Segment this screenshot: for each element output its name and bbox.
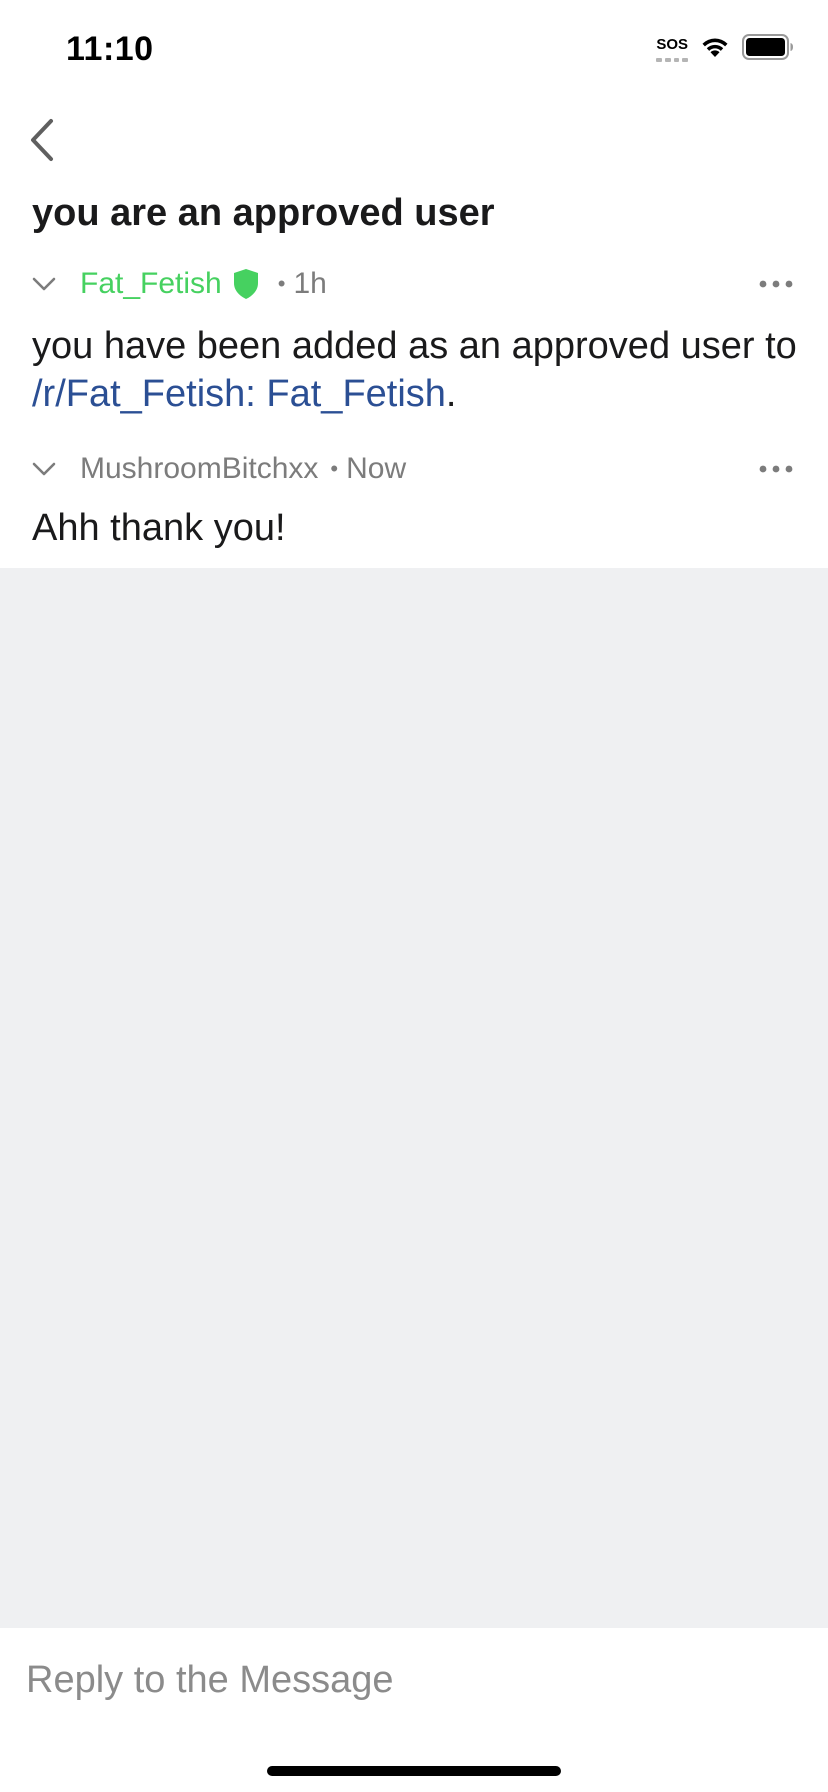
reply-input[interactable] xyxy=(26,1648,802,1712)
message-header: Fat_Fetish • 1h xyxy=(32,264,327,304)
message-thread: you are an approved user Fat_Fetish • 1h… xyxy=(0,188,828,568)
collapse-chevron-icon[interactable] xyxy=(32,449,64,489)
message-body: Ahh thank you! xyxy=(32,507,286,549)
more-options-button[interactable] xyxy=(756,449,796,489)
message-time: 1h xyxy=(293,267,327,300)
thread-subject: you are an approved user xyxy=(32,192,495,234)
home-indicator[interactable] xyxy=(267,1766,561,1776)
meta-separator: • xyxy=(330,456,339,481)
chevron-left-icon xyxy=(29,118,55,167)
message-time: Now xyxy=(346,452,407,485)
reply-bar xyxy=(0,1628,828,1792)
status-bar: 11:10 SOS xyxy=(0,0,828,100)
message-header: MushroomBitchxx • Now xyxy=(32,449,406,489)
message-text-end: . xyxy=(445,373,457,415)
meta-separator: • xyxy=(277,271,286,296)
author-name[interactable]: MushroomBitchxx xyxy=(80,452,318,486)
back-button[interactable] xyxy=(20,118,64,166)
wifi-icon xyxy=(700,35,730,64)
status-time: 11:10 xyxy=(66,30,154,68)
sos-label: SOS xyxy=(656,35,688,53)
battery-icon xyxy=(742,33,794,65)
more-options-button[interactable] xyxy=(756,264,796,304)
status-icons: SOS xyxy=(656,33,794,65)
ellipsis-icon xyxy=(759,460,793,478)
subreddit-link[interactable]: /r/Fat_Fetish: Fat_Fetish xyxy=(32,373,446,415)
nav-bar xyxy=(0,100,828,188)
author-name[interactable]: Fat_Fetish xyxy=(80,267,222,301)
ellipsis-icon xyxy=(759,275,793,293)
message-body: you have been added as an approved user … xyxy=(32,322,802,418)
shield-icon xyxy=(232,268,260,300)
empty-background xyxy=(0,568,828,1628)
collapse-chevron-icon[interactable] xyxy=(32,264,64,304)
sos-indicator: SOS xyxy=(656,37,688,62)
message-text: you have been added as an approved user … xyxy=(32,325,797,367)
